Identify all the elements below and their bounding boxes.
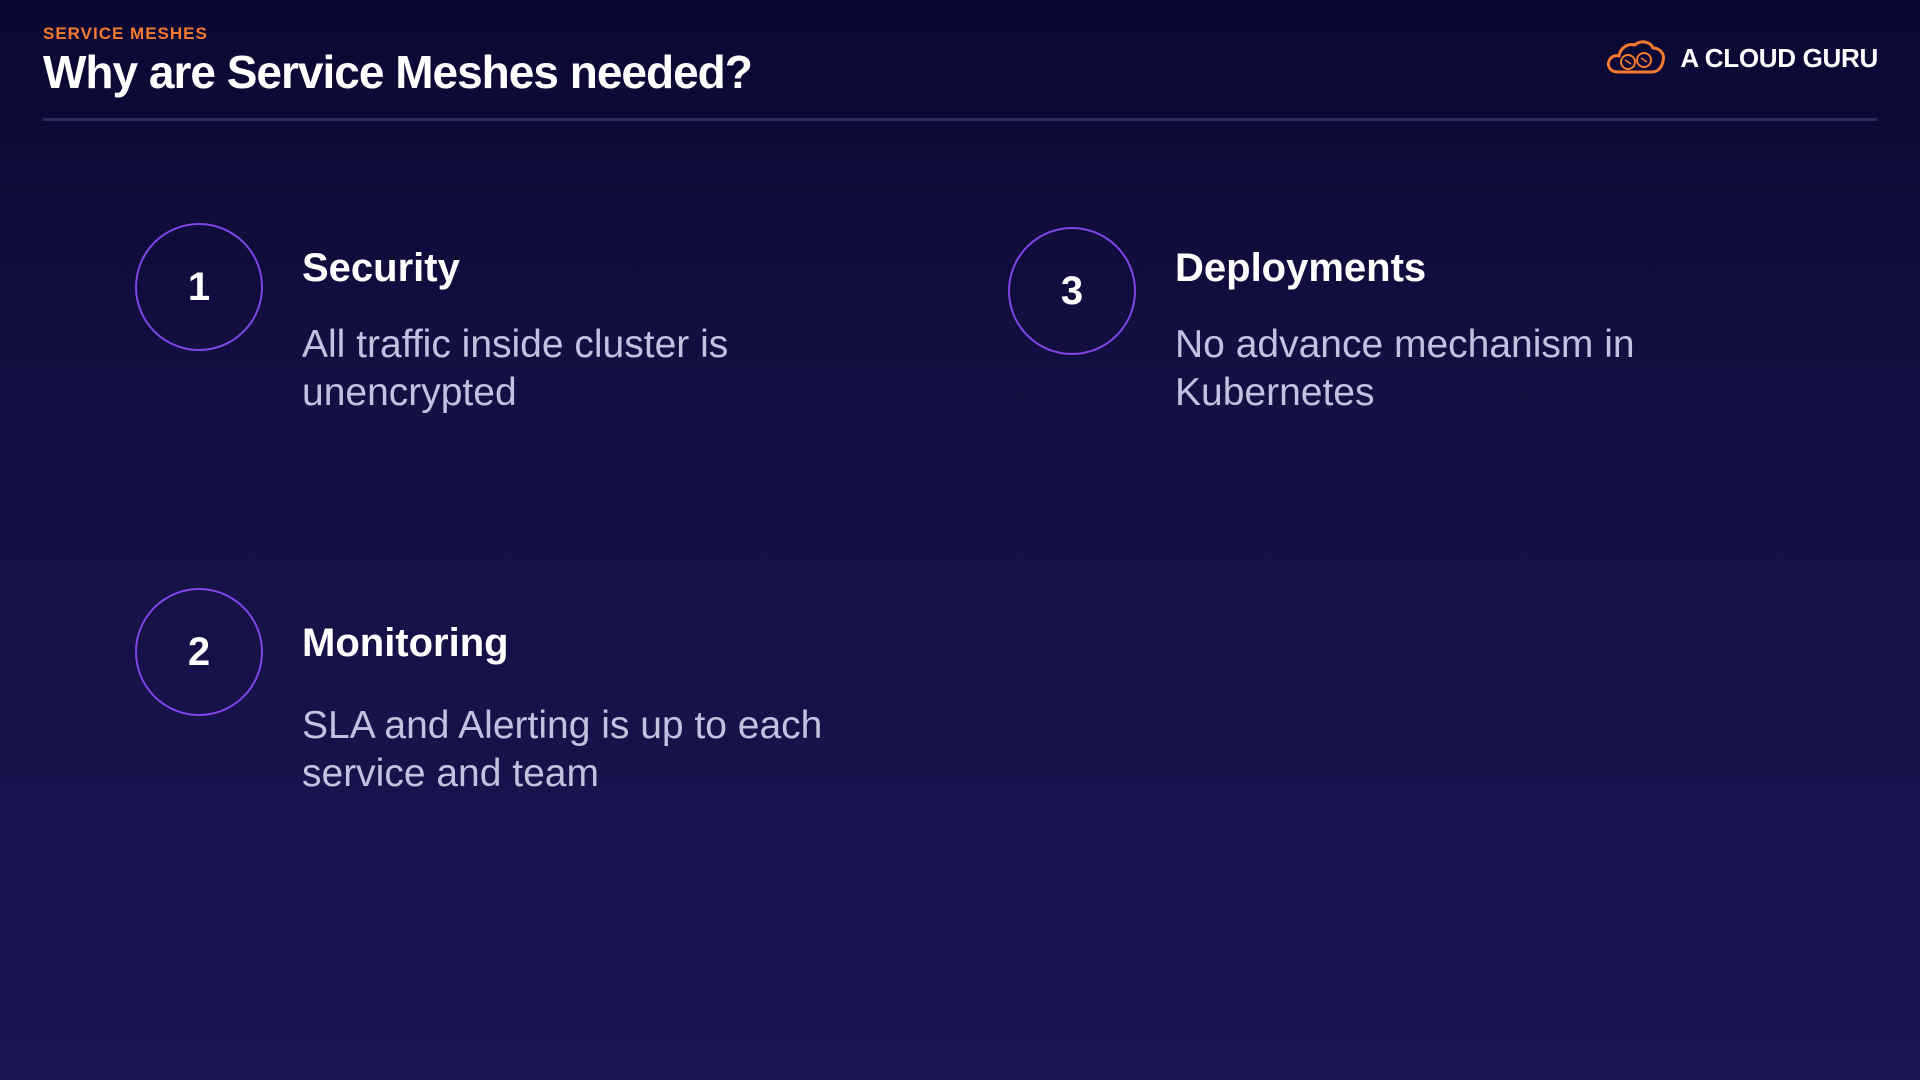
reason-description: All traffic inside cluster is unencrypte…	[302, 323, 729, 414]
section-label: SERVICE MESHES	[43, 24, 208, 43]
brand-name: A CLOUD GURU	[1680, 42, 1878, 73]
number-badge: 1	[135, 223, 263, 351]
slide-title: Why are Service Meshes needed?	[43, 46, 753, 98]
reason-title: Deployments	[1175, 246, 1427, 290]
reason-item-monitoring: 2 Monitoring SLA and Alerting is up to e…	[135, 588, 882, 798]
reason-description: No advance mechanism in Kubernetes	[1175, 323, 1635, 414]
cloud-logo-icon	[1607, 40, 1666, 74]
number-badge: 3	[1008, 227, 1136, 355]
reason-description: SLA and Alerting is up to each service a…	[302, 704, 823, 795]
header-divider	[43, 118, 1877, 121]
reason-item-deployments: 3 Deployments No advance mechanism in Ku…	[1008, 227, 1695, 417]
reason-title: Security	[302, 246, 460, 290]
number-badge: 2	[135, 588, 263, 716]
brand-logo: A CLOUD GURU	[1604, 36, 1878, 80]
reason-item-security: 1 Security All traffic inside cluster is…	[135, 223, 862, 417]
slide-header: SERVICE MESHES Why are Service Meshes ne…	[43, 24, 753, 98]
reason-title: Monitoring	[302, 621, 509, 665]
